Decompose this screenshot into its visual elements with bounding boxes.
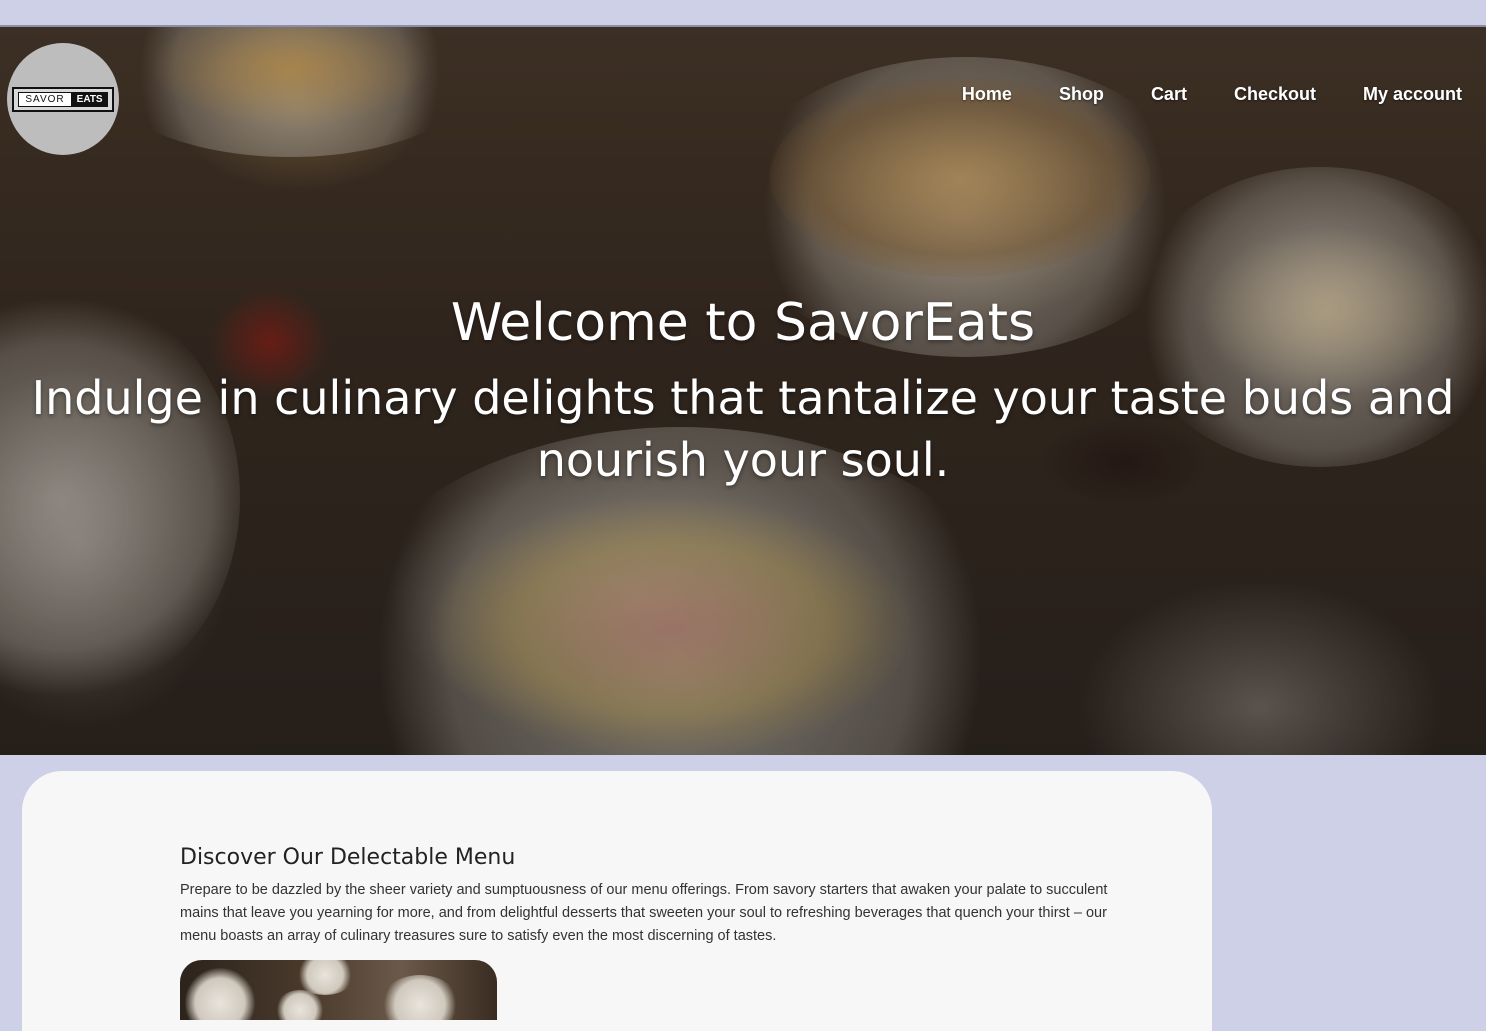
menu-image-plate: [185, 968, 255, 1020]
logo-text-eats: EATS: [71, 91, 108, 107]
menu-image-plate: [380, 975, 460, 1020]
logo-wordmark: SAVOR EATS: [12, 86, 114, 112]
nav-link-shop[interactable]: Shop: [1059, 84, 1104, 105]
menu-preview-image: [180, 960, 497, 1020]
nav-link-cart[interactable]: Cart: [1151, 84, 1187, 105]
menu-section-card: Discover Our Delectable Menu Prepare to …: [22, 771, 1212, 1031]
hero-banner: SAVOR EATS Home Shop Cart Checkout My ac…: [0, 27, 1486, 755]
nav-link-my-account[interactable]: My account: [1363, 84, 1462, 105]
nav-link-home[interactable]: Home: [962, 84, 1012, 105]
logo-text-savor: SAVOR: [18, 91, 72, 107]
menu-section-title: Discover Our Delectable Menu: [180, 845, 516, 870]
nav-link-checkout[interactable]: Checkout: [1234, 84, 1316, 105]
hero-subtitle: Indulge in culinary delights that tantal…: [31, 371, 1455, 487]
menu-section-description: Prepare to be dazzled by the sheer varie…: [180, 882, 1108, 944]
main-navigation: Home Shop Cart Checkout My account: [915, 84, 1462, 105]
hero-title: Welcome to SavorEats: [450, 293, 1036, 353]
site-logo[interactable]: SAVOR EATS: [7, 43, 119, 155]
top-strip: [0, 0, 1486, 27]
